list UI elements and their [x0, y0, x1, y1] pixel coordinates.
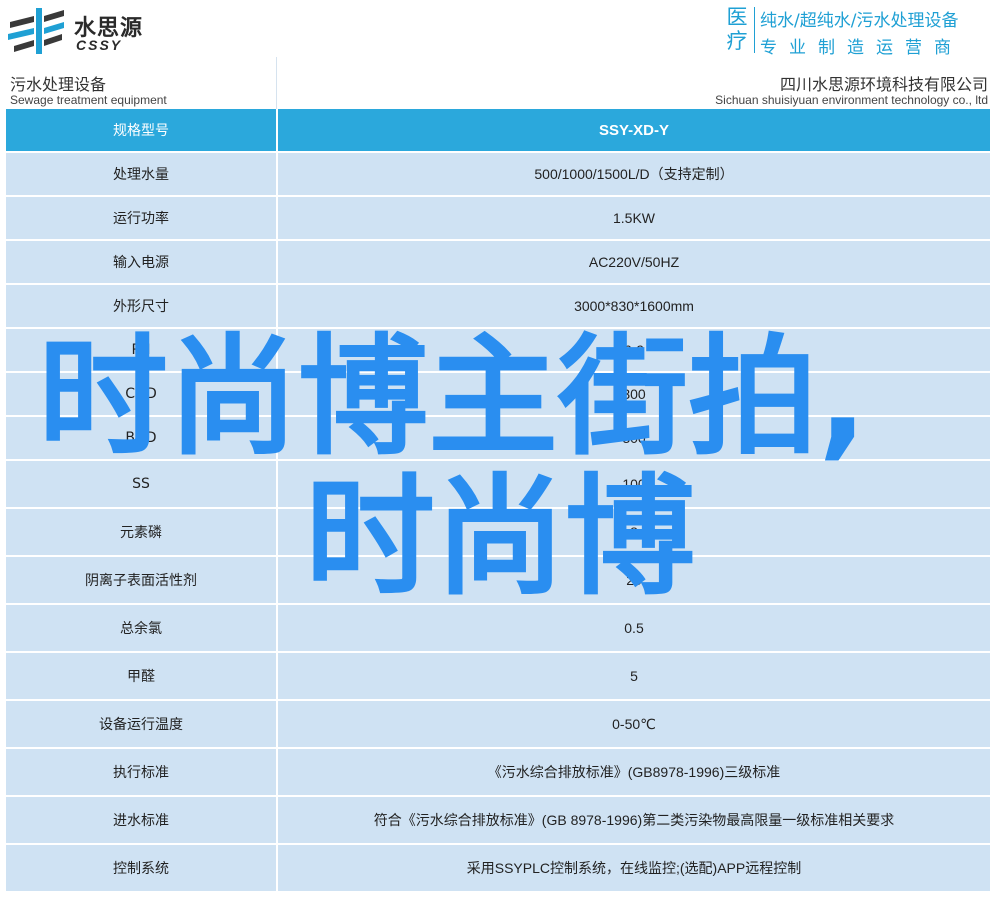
row-value: 0.5 [277, 604, 992, 653]
row-label: 总余氯 [6, 604, 278, 653]
table-row: COD 300 [6, 372, 992, 417]
row-label: 进水标准 [6, 796, 278, 845]
company-name-en: Sichuan shuisiyuan environment technolog… [715, 93, 988, 107]
table-row: 控制系统 采用SSYPLC控制系统，在线监控;(选配)APP远程控制 [6, 844, 992, 893]
row-label: 处理水量 [6, 152, 278, 197]
row-value: 采用SSYPLC控制系统，在线监控;(选配)APP远程控制 [277, 844, 992, 893]
row-value: 5 [277, 652, 992, 701]
row-label: 甲醛 [6, 652, 278, 701]
page-header: 水思源 CSSY 医 疗 纯水/超纯水/污水处理设备 专业制造运营商 [0, 0, 1000, 58]
row-value: 500/1000/1500L/D（支持定制） [277, 152, 992, 197]
table-row: 运行功率 1.5KW [6, 196, 992, 241]
slogan-tagline: 专业制造运营商 [760, 38, 963, 58]
row-value: AC220V/50HZ [277, 240, 992, 285]
water-wave-logo-icon [8, 8, 64, 54]
row-label: 控制系统 [6, 844, 278, 893]
row-value: 20 [277, 556, 992, 605]
row-label: 执行标准 [6, 748, 278, 797]
row-label: PH [6, 328, 278, 373]
row-value: 300 [277, 372, 992, 417]
table-row: 外形尺寸 3000*830*1600mm [6, 284, 992, 329]
row-value: 0-50℃ [277, 700, 992, 749]
company-logo: 水思源 CSSY [4, 4, 144, 56]
slogan-category-char-2: 疗 [726, 29, 748, 53]
row-value: 100 [277, 460, 992, 509]
company-slogan: 医 疗 纯水/超纯水/污水处理设备 专业制造运营商 [722, 5, 996, 58]
row-label: SS [6, 460, 278, 509]
row-value: 6-9 [277, 328, 992, 373]
table-row: 输入电源 AC220V/50HZ [6, 240, 992, 285]
row-value: 8 [277, 508, 992, 557]
row-value: 300 [277, 416, 992, 461]
slogan-products: 纯水/超纯水/污水处理设备 [760, 11, 959, 31]
company-name-cn: 四川水思源环境科技有限公司 [779, 75, 988, 94]
table-row: 设备运行温度 0-50℃ [6, 700, 992, 749]
row-value: 1.5KW [277, 196, 992, 241]
table-row: 进水标准 符合《污水综合排放标准》(GB 8978-1996)第二类污染物最高限… [6, 796, 992, 845]
product-title-row: 污水处理设备 Sewage treatment equipment 四川水思源环… [6, 57, 992, 109]
title-divider [276, 57, 277, 109]
logo-english-name: CSSY [76, 37, 123, 53]
slogan-category-char-1: 医 [726, 5, 748, 29]
row-label: 元素磷 [6, 508, 278, 557]
header-label-cell: 规格型号 [6, 109, 278, 153]
table-row: 总余氯 0.5 [6, 604, 992, 653]
row-label: 外形尺寸 [6, 284, 278, 329]
slogan-divider [754, 7, 755, 53]
product-name-en: Sewage treatment equipment [10, 93, 167, 107]
table-row: SS 100 [6, 460, 992, 509]
header-value-cell: SSY-XD-Y [277, 109, 992, 153]
table-row: PH 6-9 [6, 328, 992, 373]
table-header-row: 规格型号 SSY-XD-Y [6, 109, 992, 153]
row-label: COD [6, 372, 278, 417]
product-name-cn: 污水处理设备 [10, 75, 107, 94]
table-row: 元素磷 8 [6, 508, 992, 557]
row-value: 符合《污水综合排放标准》(GB 8978-1996)第二类污染物最高限量一级标准… [277, 796, 992, 845]
row-value: 3000*830*1600mm [277, 284, 992, 329]
table-row: 阴离子表面活性剂 20 [6, 556, 992, 605]
row-label: 设备运行温度 [6, 700, 278, 749]
table-row: BOD 300 [6, 416, 992, 461]
row-label: 运行功率 [6, 196, 278, 241]
table-row: 执行标准 《污水综合排放标准》(GB8978-1996)三级标准 [6, 748, 992, 797]
row-value: 《污水综合排放标准》(GB8978-1996)三级标准 [277, 748, 992, 797]
table-row: 甲醛 5 [6, 652, 992, 701]
row-label: BOD [6, 416, 278, 461]
row-label: 阴离子表面活性剂 [6, 556, 278, 605]
table-row: 处理水量 500/1000/1500L/D（支持定制） [6, 152, 992, 197]
row-label: 输入电源 [6, 240, 278, 285]
slogan-category: 医 疗 [722, 5, 752, 55]
spec-table: 规格型号 SSY-XD-Y 处理水量 500/1000/1500L/D（支持定制… [6, 109, 992, 893]
